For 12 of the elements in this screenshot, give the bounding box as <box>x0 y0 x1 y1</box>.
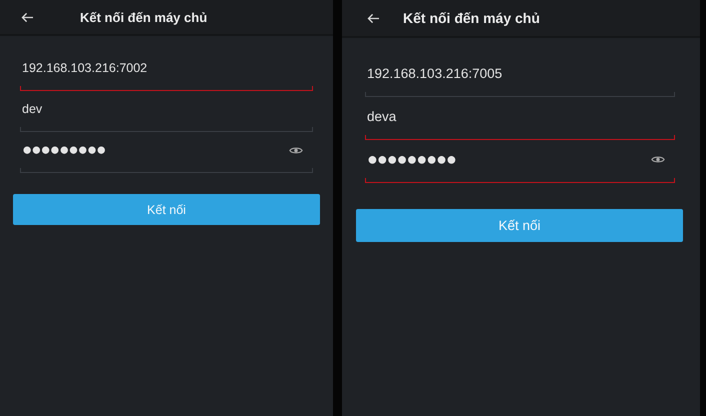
password-field[interactable]: ●●●●●●●●● <box>20 132 313 173</box>
screen-title: Kết nối đến máy chủ <box>403 10 540 26</box>
back-arrow-icon[interactable] <box>21 12 34 22</box>
back-arrow-icon[interactable] <box>367 12 380 24</box>
password-field[interactable]: ●●●●●●●●● <box>365 140 675 183</box>
screen-title: Kết nối đến máy chủ <box>80 10 208 24</box>
input-field[interactable]: dev <box>20 91 313 132</box>
eye-icon[interactable] <box>289 146 303 154</box>
eye-icon[interactable] <box>651 154 665 164</box>
input-field[interactable]: 192.168.103.216:7005 <box>365 54 675 97</box>
input-field[interactable]: deva <box>365 97 675 140</box>
input-field[interactable]: 192.168.103.216:7002 <box>20 50 313 91</box>
